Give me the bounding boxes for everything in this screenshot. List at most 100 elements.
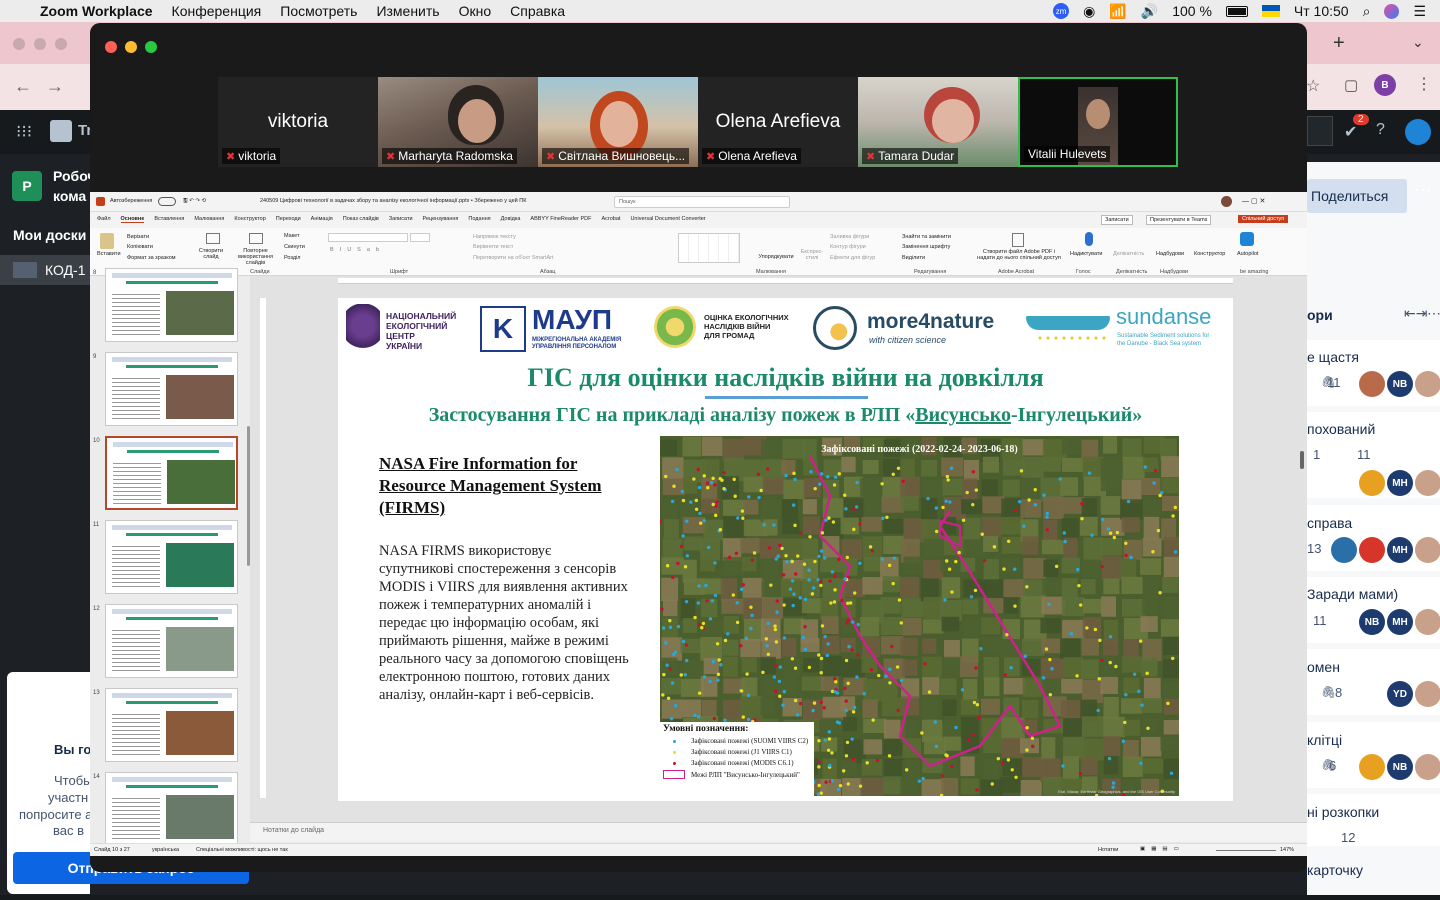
dictate-button[interactable]: Надиктувати [1070,251,1103,257]
new-slide-button[interactable]: Створити слайд [198,248,224,260]
window-minimize-button[interactable] [125,41,137,53]
keyboard-layout-flag-icon[interactable] [1261,5,1280,17]
member-avatar[interactable]: NB [1387,754,1413,780]
reuse-slides-button[interactable]: Повторне використання слайдів [228,248,283,266]
wifi-icon[interactable]: 📶 [1109,3,1126,20]
member-avatar[interactable] [1359,470,1385,496]
find-replace-button[interactable]: Знайти та замінити [902,234,951,240]
participant-tile[interactable]: ✖ Світлана Вишновець... [538,77,698,167]
layout-button[interactable]: Макет [284,233,300,239]
participant-tile[interactable]: ✖ Marharyta Radomska [378,77,538,167]
ribbon-tab[interactable]: Вставлення [154,216,184,223]
present-in-teams-button[interactable]: Презентувати в Teams [1146,215,1212,225]
text-direction-button[interactable]: Напрямок тексту [473,234,516,240]
notifications-icon[interactable]: ✔ [1344,122,1357,142]
participant-tile[interactable]: ✖ Tamara Dudar [858,77,1018,167]
shape-outline-button[interactable]: Контур фігури [830,244,866,250]
quick-access-icons[interactable]: 🖫 ↶ ↷ ⟲ [183,197,206,206]
member-avatar[interactable]: MH [1387,609,1413,635]
dictate-icon[interactable] [1085,232,1093,246]
notes-pane[interactable]: Нотатки до слайда [250,822,1307,842]
ribbon-tab[interactable]: Показ слайдів [343,216,379,223]
reuse-slides-icon[interactable] [249,233,263,244]
record-button[interactable]: Записати [1101,215,1133,225]
font-format-buttons[interactable]: BIUSab [330,247,385,253]
participant-tile-active-speaker[interactable]: Vitalii Hulevets [1018,77,1178,167]
ribbon-tab[interactable]: Acrobat [601,216,620,223]
card-item[interactable]: справа 13 MH [1307,505,1440,571]
card-item[interactable]: Заради мами) 11 NB MH [1307,577,1440,643]
copy-button[interactable]: Копіювати [127,244,153,250]
account-avatar[interactable] [1405,119,1431,145]
ribbon-tab[interactable]: ABBYY FineReader PDF [530,216,591,223]
bookmark-star-icon[interactable]: ☆ [1306,76,1320,96]
ribbon-tab[interactable]: Малювання [194,216,224,223]
window-controls[interactable]: — ▢ ✕ [1242,197,1265,205]
participant-tile[interactable]: Olena Arefieva ✖ Olena Arefieva [698,77,858,167]
member-avatar[interactable] [1359,537,1385,563]
slide-thumbnail[interactable] [105,520,238,594]
designer-button[interactable]: Конструктор [1194,251,1225,257]
member-avatar[interactable]: YD [1387,681,1413,707]
apps-grid-icon[interactable]: ⁝⁝⁝ [16,122,32,142]
ribbon-tab[interactable]: Universal Document Converter [630,216,705,223]
search-box[interactable]: Пошук [614,196,790,208]
font-family-select[interactable] [328,233,408,242]
share-button[interactable]: Поделиться [1307,179,1407,213]
arrange-button[interactable]: Упорядкувати [758,254,794,260]
bg-minimize-dot[interactable] [34,38,46,50]
view-buttons[interactable]: ▣▦▤▭ [1140,846,1185,852]
bg-zoom-dot[interactable] [55,38,67,50]
addins-button[interactable]: Надбудови [1156,251,1184,257]
slide-thumbnail[interactable] [105,604,238,678]
menu-app-name[interactable]: Zoom Workplace [40,3,153,19]
member-avatar[interactable] [1415,609,1440,635]
member-avatar[interactable]: MH [1387,537,1413,563]
member-avatar[interactable]: NB [1387,371,1413,397]
slide-thumbnail[interactable] [105,352,238,426]
ribbon-tab[interactable]: Конструктор [234,216,265,223]
control-center-icon[interactable]: ☰ [1413,3,1426,20]
bg-close-dot[interactable] [13,38,25,50]
browser-menu-icon[interactable]: ⋮ [1416,74,1432,94]
help-icon[interactable]: ? [1376,121,1385,139]
new-slide-icon[interactable] [206,233,220,244]
slide-scrollbar[interactable] [1300,451,1304,469]
member-avatar[interactable]: MH [1387,470,1413,496]
autosave-toggle[interactable] [158,197,176,206]
workspace-icon[interactable]: P [12,171,42,201]
ribbon-tab[interactable]: Подання [468,216,490,223]
sidebar-toggle-icon[interactable]: ▢ [1344,76,1358,94]
collapse-list-icon[interactable]: ⇤⇥ [1404,305,1427,322]
ribbon-tab[interactable]: Файл [97,216,111,223]
member-avatar[interactable] [1415,470,1440,496]
more-icon[interactable]: ⋯ [1414,180,1432,201]
battery-label[interactable]: 100 % [1172,3,1212,19]
accessibility-status[interactable]: Спеціальні можливості: щось не так [196,847,288,853]
new-tab-icon[interactable]: + [1333,32,1345,55]
zoom-status-icon[interactable]: zm [1053,3,1070,19]
battery-icon[interactable] [1225,5,1248,17]
member-avatar[interactable] [1415,681,1440,707]
shapes-gallery[interactable] [678,233,740,263]
ribbon-tab[interactable]: Рецензування [423,216,459,223]
menu-window[interactable]: Окно [459,3,492,19]
adobe-pdf-button[interactable]: Створити файл Adobe PDF і надати до ньог… [974,249,1064,261]
adobe-pdf-icon[interactable] [1012,233,1024,247]
add-card-button[interactable]: карточку [1307,862,1363,878]
workspace-name-line2[interactable]: кома [53,188,86,204]
language-indicator[interactable]: українська [152,847,179,853]
autopilot-button[interactable]: Autopilot [1237,251,1258,257]
autopilot-icon[interactable] [1240,232,1254,246]
slide-thumbnail[interactable] [105,268,238,342]
volume-icon[interactable]: 🔊 [1141,3,1158,20]
zoom-slider[interactable] [1216,850,1276,851]
window-zoom-button[interactable] [145,41,157,53]
align-text-button[interactable]: Вирівняти текст [473,244,513,250]
card-item[interactable]: омен 🖇 8 YD [1307,649,1440,715]
shape-effects-button[interactable]: Ефекти для фігур [830,255,875,261]
quick-styles-button[interactable]: Експрес-стилі [797,249,827,261]
sensitivity-button[interactable]: Делікатність [1113,251,1144,257]
card-item[interactable]: похований 1 11 MH [1307,412,1440,498]
forward-icon[interactable]: → [46,76,64,97]
